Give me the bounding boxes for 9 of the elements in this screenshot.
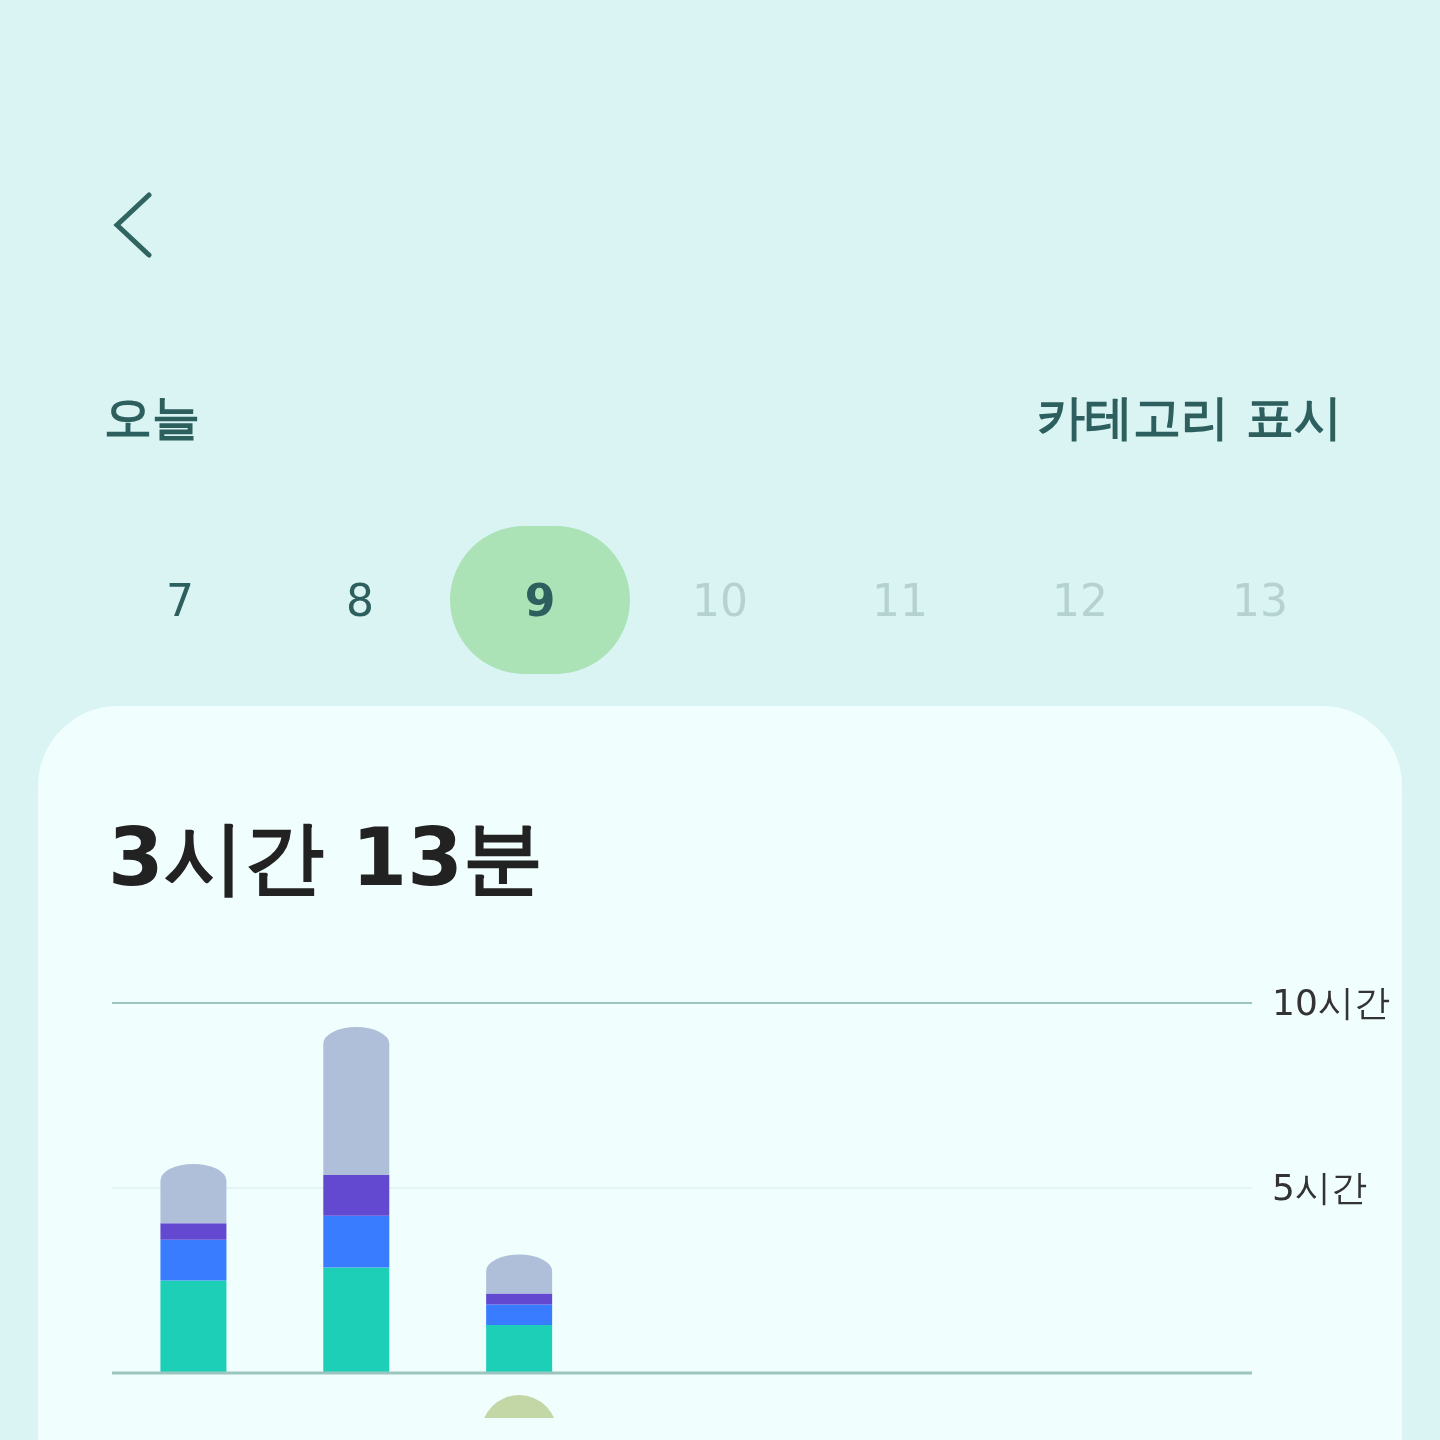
axis-label: 5시간: [1272, 1167, 1367, 1208]
day-tab[interactable]: 9: [450, 526, 630, 674]
day-tab[interactable]: 7: [90, 526, 270, 674]
category-toggle[interactable]: 카테고리 표시: [1037, 386, 1342, 450]
total-time: 3시간 13분: [108, 818, 544, 898]
day-tab[interactable]: 8: [270, 526, 450, 674]
today-label: 오늘: [104, 388, 200, 447]
axis-label: 10시간: [1272, 982, 1390, 1023]
back-icon[interactable]: [113, 192, 153, 258]
